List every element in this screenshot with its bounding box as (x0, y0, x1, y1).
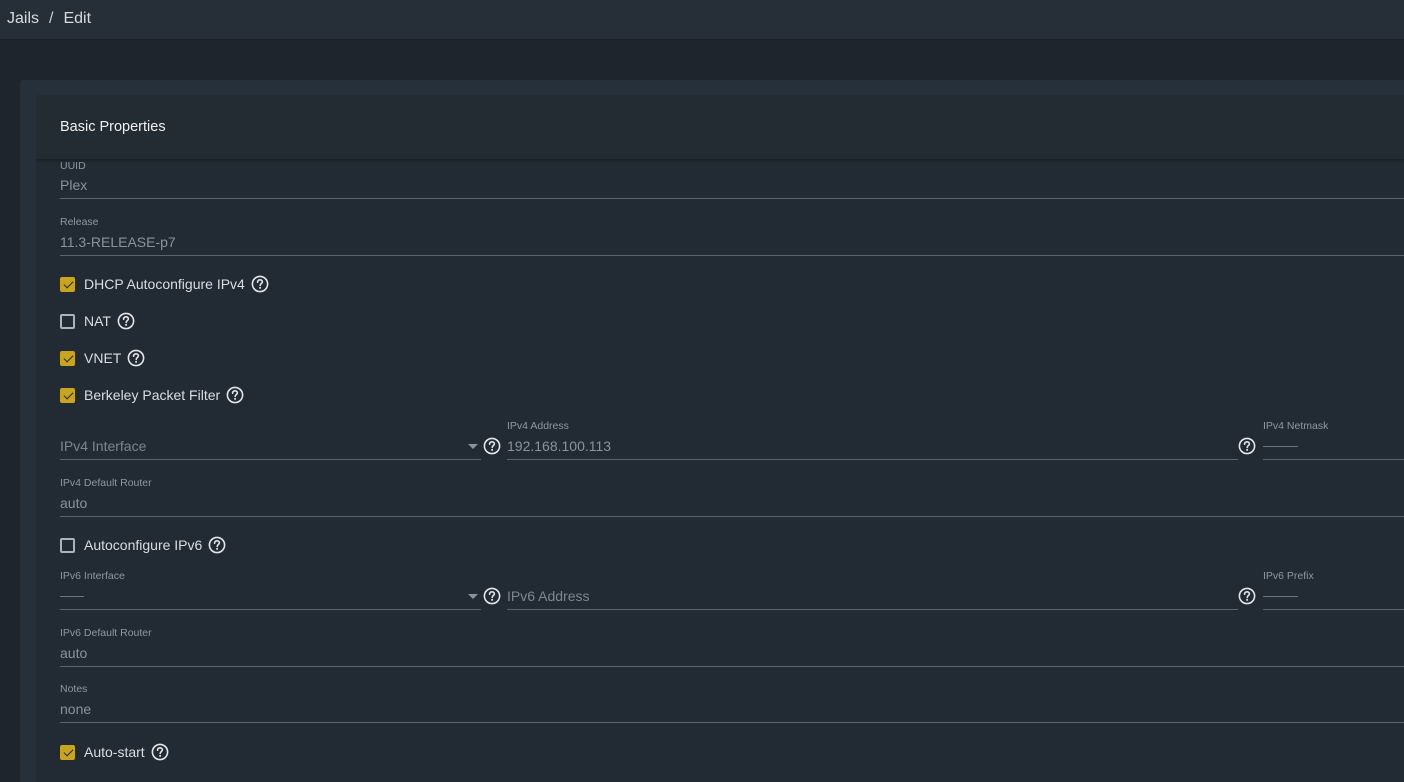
ipv4-netmask-empty-value (1263, 446, 1298, 447)
help-circle-icon[interactable] (1238, 437, 1256, 455)
ipv4-address-field[interactable]: IPv4 Address 192.168.100.113 (507, 420, 1238, 460)
card-header: Basic Properties (36, 95, 1404, 159)
ipv6-interface-select[interactable]: IPv6 Interface (60, 570, 481, 610)
ipv4-netmask-select[interactable]: IPv4 Netmask (1263, 420, 1404, 460)
dropdown-caret-icon[interactable] (468, 444, 478, 449)
uuid-value: Plex (60, 177, 88, 193)
release-field[interactable]: Release 11.3-RELEASE-p7 (60, 216, 1404, 256)
vnet-row: VNET (60, 348, 145, 368)
ipv4-default-router-field[interactable]: IPv4 Default Router auto (60, 477, 1404, 517)
ipv4-address-label: IPv4 Address (507, 420, 569, 432)
autoconfigure-ipv6-row: Autoconfigure IPv6 (60, 535, 226, 555)
auto-start-checkbox[interactable] (60, 744, 75, 760)
ipv6-interface-empty-value (60, 596, 84, 597)
release-value: 11.3-RELEASE-p7 (60, 234, 176, 250)
nat-row: NAT (60, 311, 135, 331)
top-bar: Jails / Edit (0, 0, 1404, 40)
ipv6-default-router-label: IPv6 Default Router (60, 627, 152, 639)
berkeley-packet-filter-label[interactable]: Berkeley Packet Filter (84, 387, 220, 403)
ipv4-interface-placeholder: IPv4 Interface (60, 438, 147, 454)
vnet-label[interactable]: VNET (84, 350, 121, 366)
release-label: Release (60, 216, 99, 228)
help-circle-icon[interactable] (208, 536, 226, 554)
breadcrumb-separator: / (49, 10, 54, 27)
auto-start-row: Auto-start (60, 742, 169, 762)
vnet-checkbox[interactable] (60, 350, 75, 366)
help-circle-icon[interactable] (117, 312, 135, 330)
ipv6-prefix-select[interactable]: IPv6 Prefix (1263, 570, 1404, 610)
uuid-field[interactable]: UUID Plex (60, 158, 1404, 199)
breadcrumb: Jails / Edit (7, 10, 91, 28)
help-circle-icon[interactable] (151, 743, 169, 761)
help-circle-icon[interactable] (251, 275, 269, 293)
ipv6-default-router-value: auto (60, 645, 88, 661)
notes-value: none (60, 701, 92, 717)
dhcp-autoconfigure-ipv4-label[interactable]: DHCP Autoconfigure IPv4 (84, 276, 245, 292)
ipv6-interface-label: IPv6 Interface (60, 570, 125, 582)
notes-field[interactable]: Notes none (60, 683, 1404, 723)
ipv4-address-value: 192.168.100.113 (507, 438, 612, 454)
ipv6-address-placeholder: IPv6 Address (507, 588, 590, 604)
dhcp-autoconfigure-ipv4-checkbox[interactable] (60, 276, 75, 292)
ipv6-default-router-field[interactable]: IPv6 Default Router auto (60, 627, 1404, 667)
help-circle-icon[interactable] (127, 349, 145, 367)
breadcrumb-jails-link[interactable]: Jails (7, 10, 39, 28)
autoconfigure-ipv6-label[interactable]: Autoconfigure IPv6 (84, 537, 202, 553)
autoconfigure-ipv6-checkbox[interactable] (60, 537, 75, 553)
card-title: Basic Properties (60, 119, 166, 135)
help-circle-icon[interactable] (483, 587, 501, 605)
help-circle-icon[interactable] (483, 437, 501, 455)
ipv4-interface-select[interactable]: IPv4 Interface (60, 420, 481, 460)
notes-label: Notes (60, 683, 88, 695)
help-circle-icon[interactable] (1238, 587, 1256, 605)
ipv4-default-router-label: IPv4 Default Router (60, 477, 152, 489)
ipv6-address-field[interactable]: IPv6 Address (507, 570, 1238, 610)
auto-start-label[interactable]: Auto-start (84, 744, 145, 760)
ipv6-prefix-empty-value (1263, 596, 1298, 597)
berkeley-packet-filter-checkbox[interactable] (60, 387, 75, 403)
ipv6-prefix-label: IPv6 Prefix (1263, 570, 1314, 582)
help-circle-icon[interactable] (226, 386, 244, 404)
basic-properties-card: Basic Properties UUID Plex Release 11.3-… (36, 95, 1404, 782)
ipv4-netmask-label: IPv4 Netmask (1263, 420, 1329, 432)
ipv4-default-router-value: auto (60, 495, 88, 511)
nat-label[interactable]: NAT (84, 313, 111, 329)
uuid-label: UUID (60, 160, 86, 172)
nat-checkbox[interactable] (60, 313, 75, 329)
berkeley-packet-filter-row: Berkeley Packet Filter (60, 385, 244, 405)
breadcrumb-current: Edit (63, 10, 92, 27)
dropdown-caret-icon[interactable] (468, 594, 478, 599)
dhcp-autoconfigure-ipv4-row: DHCP Autoconfigure IPv4 (60, 274, 269, 294)
